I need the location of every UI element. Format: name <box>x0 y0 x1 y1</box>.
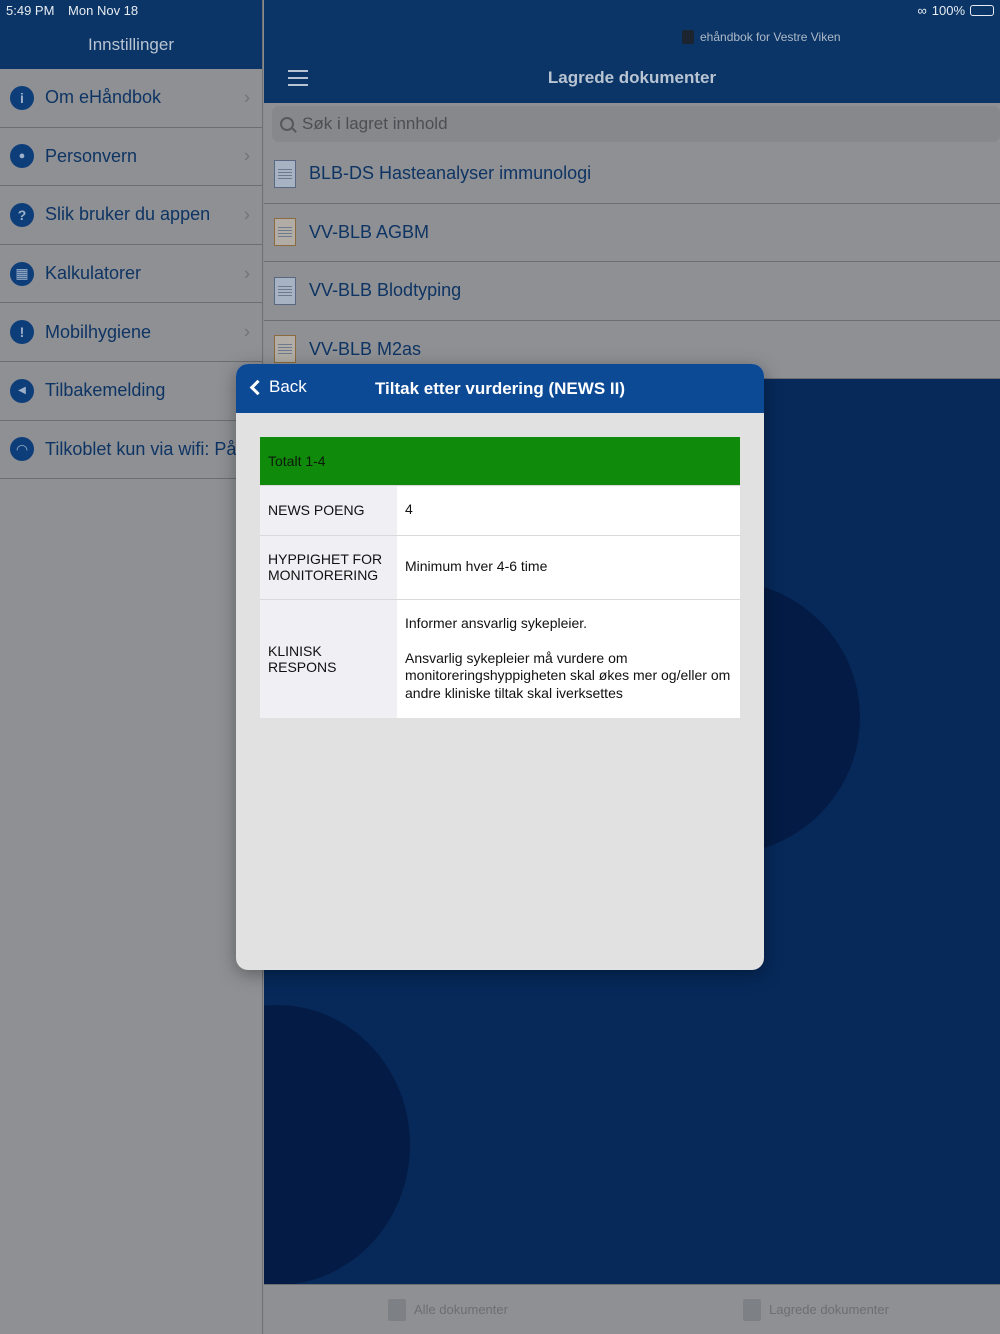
sidebar-item-label: Personvern <box>45 145 138 166</box>
exclamation-icon: ! <box>10 320 34 345</box>
status-date: Mon Nov 18 <box>68 3 139 18</box>
brand-label: ehåndbok for Vestre Viken <box>700 30 841 44</box>
sidebar-item-slik-bruker-du-appen[interactable]: ? Slik bruker du appen › <box>0 186 262 245</box>
tab-bar: Alle dokumenter Lagrede dokumenter <box>264 1284 1000 1334</box>
news-modal: Back Tiltak etter vurdering (NEWS II) To… <box>236 364 764 970</box>
main-header: ∞ 100% ehåndbok for Vestre Viken Lagrede… <box>264 0 1000 103</box>
background-shape <box>264 1005 410 1285</box>
frequency-key: HYPPIGHET FOR MONITORERING <box>260 534 397 599</box>
sidebar-item-personvern[interactable]: ● Personvern › <box>0 128 262 187</box>
info-icon: i <box>10 85 34 110</box>
table-row: KLINISK RESPONS Informer ansvarlig sykep… <box>260 598 740 718</box>
list-item[interactable]: BLB-DS Hasteanalyser immunologi <box>264 145 1000 204</box>
chevron-right-icon: › <box>244 145 250 166</box>
tab-saved-documents[interactable]: Lagrede dokumenter <box>632 1285 1000 1334</box>
sidebar-item-label: Om eHåndbok <box>45 87 162 108</box>
document-title: BLB-DS Hasteanalyser immunologi <box>309 163 592 184</box>
list-item[interactable]: VV-BLB Blodtyping <box>264 262 1000 321</box>
wifi-status-icon: ∞ <box>917 3 927 18</box>
status-bar-left: 5:49 PM Mon Nov 18 <box>6 3 138 18</box>
frequency-key-line: HYPPIGHET FOR <box>268 551 383 567</box>
settings-sidebar: 5:49 PM Mon Nov 18 Innstillinger i Om eH… <box>0 0 263 1334</box>
table-row: HYPPIGHET FOR MONITORERING Minimum hver … <box>260 534 740 599</box>
status-time: 5:49 PM <box>6 3 55 18</box>
response-value: Informer ansvarlig sykepleier. Ansvarlig… <box>397 598 740 718</box>
search-bar <box>264 103 1000 145</box>
chevron-right-icon: › <box>244 321 250 342</box>
question-icon: ? <box>10 202 34 227</box>
page-title: Lagrede dokumenter <box>547 68 717 87</box>
sidebar-item-label: Kalkulatorer <box>45 263 142 284</box>
chevron-right-icon: › <box>244 204 250 225</box>
speaker-icon: ◀ <box>10 378 34 403</box>
document-title: VV-BLB M2as <box>309 338 422 359</box>
score-value: 4 <box>397 484 740 535</box>
document-icon <box>274 159 296 188</box>
document-icon <box>274 276 296 305</box>
table-row: NEWS POENG 4 <box>260 484 740 535</box>
saved-documents-list: BLB-DS Hasteanalyser immunologi VV-BLB A… <box>264 145 1000 379</box>
search-input[interactable] <box>302 114 702 134</box>
table-row: Totalt 1-4 <box>260 437 740 485</box>
tab-label: Alle dokumenter <box>414 1302 508 1317</box>
response-key: KLINISK RESPONS <box>260 598 397 718</box>
document-icon <box>274 218 296 247</box>
sidebar-item-om-ehandbok[interactable]: i Om eHåndbok › <box>0 69 262 128</box>
document-title: VV-BLB Blodtyping <box>309 280 462 301</box>
battery-percent: 100% <box>931 3 965 18</box>
score-key: NEWS POENG <box>260 484 397 535</box>
news-table: Totalt 1-4 NEWS POENG 4 HYPPIGHET FOR MO… <box>260 437 740 718</box>
sidebar-item-mobilhygiene[interactable]: ! Mobilhygiene › <box>0 303 262 362</box>
document-title: VV-BLB AGBM <box>309 221 430 242</box>
frequency-key-line: MONITORERING <box>268 567 379 583</box>
brand: ehåndbok for Vestre Viken <box>682 30 841 44</box>
modal-header: Back Tiltak etter vurdering (NEWS II) <box>236 364 764 413</box>
sidebar-item-wifi-only[interactable]: ◠ Tilkoblet kun via wifi: På <box>0 421 262 480</box>
list-item[interactable]: VV-BLB AGBM <box>264 204 1000 262</box>
response-paragraph: Ansvarlig sykepleier må vurdere om monit… <box>405 649 731 701</box>
battery-icon <box>970 5 994 16</box>
sidebar-item-tilbakemelding[interactable]: ◀ Tilbakemelding <box>0 362 262 421</box>
sidebar-item-label: Slik bruker du appen <box>45 204 211 225</box>
document-icon <box>274 335 296 364</box>
total-label: Totalt 1-4 <box>260 437 740 485</box>
frequency-value: Minimum hver 4-6 time <box>397 534 740 599</box>
modal-title: Tiltak etter vurdering (NEWS II) <box>374 379 625 398</box>
tab-label: Lagrede dokumenter <box>769 1302 889 1317</box>
sidebar-item-label: Mobilhygiene <box>45 321 152 342</box>
status-bar-right: ∞ 100% <box>917 3 994 18</box>
tab-all-documents[interactable]: Alle dokumenter <box>264 1285 632 1334</box>
search-field[interactable] <box>272 106 1000 142</box>
app-logo-icon <box>682 30 694 44</box>
sidebar-title: Innstillinger <box>88 35 174 54</box>
sidebar-item-label: Tilkoblet kun via wifi: På <box>45 438 237 459</box>
chevron-right-icon: › <box>244 87 250 108</box>
search-icon <box>280 117 294 131</box>
lock-icon: ● <box>10 144 34 169</box>
floppy-disk-icon <box>743 1298 761 1321</box>
sidebar-item-kalkulatorer[interactable]: ▦ Kalkulatorer › <box>0 245 262 304</box>
sidebar-header: 5:49 PM Mon Nov 18 Innstillinger <box>0 0 262 69</box>
calculator-icon: ▦ <box>10 261 34 286</box>
wifi-icon: ◠ <box>10 437 34 462</box>
sidebar-item-label: Tilbakemelding <box>45 380 166 401</box>
chevron-right-icon: › <box>244 263 250 284</box>
response-paragraph: Informer ansvarlig sykepleier. <box>405 615 588 632</box>
document-icon <box>388 1298 407 1321</box>
